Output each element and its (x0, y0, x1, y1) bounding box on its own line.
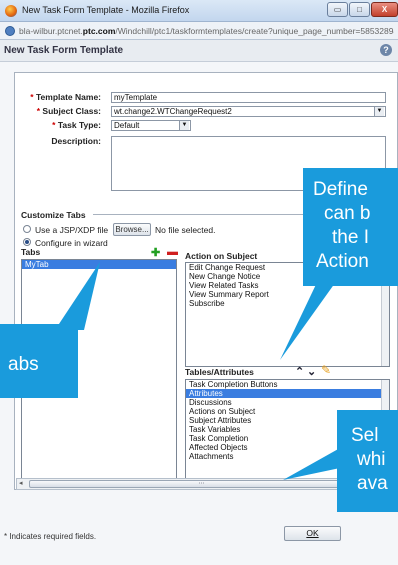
configure-wizard-radio[interactable] (23, 238, 31, 246)
required-fields-note: * Indicates required fields. (4, 532, 97, 541)
edit-pencil-icon[interactable]: ✎ (321, 363, 331, 377)
action-on-subject-heading: Action on Subject (185, 251, 258, 261)
file-status: No file selected. (155, 225, 216, 235)
tabs-heading: Tabs (21, 247, 41, 257)
customize-tabs-heading: Customize Tabs (21, 210, 86, 220)
list-item[interactable]: Attributes (186, 389, 389, 398)
url-text[interactable]: bla-wilbur.ptcnet.ptc.com/Windchill/ptc1… (19, 26, 394, 36)
list-item[interactable]: MyTab (22, 260, 176, 269)
browse-button[interactable]: Browse... (113, 223, 151, 236)
minimize-button[interactable]: ▭ (327, 2, 348, 17)
dropdown-arrow-icon: ▼ (179, 121, 189, 130)
subject-class-select[interactable]: wt.change2.WTChangeRequest2 ▼ (111, 106, 386, 117)
url-prefix: bla-wilbur.ptcnet. (19, 26, 83, 36)
callout-line: Action (316, 251, 369, 272)
callout-left: abs (0, 324, 78, 398)
section-divider (93, 214, 323, 215)
callout-left-text: abs (8, 354, 39, 375)
callout-line: Define (313, 179, 368, 200)
url-suffix: /Windchill/ptc1/taskformtemplates/create… (115, 26, 394, 36)
list-item[interactable]: View Summary Report (186, 290, 389, 299)
use-file-label: Use a JSP/XDP file (35, 225, 109, 235)
remove-tab-icon[interactable]: ▬ (167, 246, 178, 258)
list-item[interactable]: Task Completion Buttons (186, 380, 389, 389)
tables-attributes-heading: Tables/Attributes (185, 367, 254, 377)
window-titlebar: New Task Form Template - Mozilla Firefox… (0, 0, 398, 22)
task-type-label: * Task Type: (52, 120, 101, 130)
callout-bottom-right: Sel whi ava (337, 410, 398, 512)
help-icon[interactable]: ? (380, 44, 392, 56)
task-type-value: Default (114, 121, 140, 130)
task-type-select[interactable]: Default ▼ (111, 120, 191, 131)
globe-icon (5, 26, 15, 36)
scroll-left-icon[interactable]: ◂ (19, 479, 23, 487)
move-down-icon[interactable]: ⌄ (307, 365, 316, 378)
callout-line: can b (324, 203, 371, 224)
subject-class-value: wt.change2.WTChangeRequest2 (114, 107, 232, 116)
description-label: Description: (51, 136, 101, 146)
address-bar[interactable]: bla-wilbur.ptcnet.ptc.com/Windchill/ptc1… (0, 22, 398, 40)
scrollbar-thumb[interactable]: ⋯ (29, 480, 374, 488)
window-title: New Task Form Template - Mozilla Firefox (22, 5, 190, 15)
configure-wizard-label: Configure in wizard (35, 238, 108, 248)
page-header: New Task Form Template ? (0, 40, 398, 62)
dropdown-arrow-icon: ▼ (374, 107, 384, 116)
firefox-logo-icon (5, 5, 17, 17)
page-title: New Task Form Template (4, 45, 124, 56)
url-domain: ptc.com (82, 26, 116, 36)
callout-line: whi (357, 449, 386, 470)
callout-line: Sel (351, 425, 379, 446)
template-name-label: * Template Name: (30, 92, 101, 102)
use-file-radio[interactable] (23, 225, 31, 233)
close-button[interactable]: X (371, 2, 398, 17)
callout-line: ava (357, 473, 388, 494)
add-tab-icon[interactable]: ✚ (151, 246, 160, 259)
list-item[interactable]: Subscribe (186, 299, 389, 308)
ok-button[interactable]: OK (284, 526, 341, 541)
maximize-button[interactable]: □ (349, 2, 370, 17)
callout-top-right: Define can b the I Action (303, 168, 398, 286)
list-item[interactable]: Discussions (186, 398, 389, 407)
subject-class-label: * Subject Class: (36, 106, 101, 116)
callout-line: the I (332, 227, 369, 248)
move-up-icon[interactable]: ⌃ (295, 365, 304, 378)
template-name-input[interactable]: myTemplate (111, 92, 386, 103)
